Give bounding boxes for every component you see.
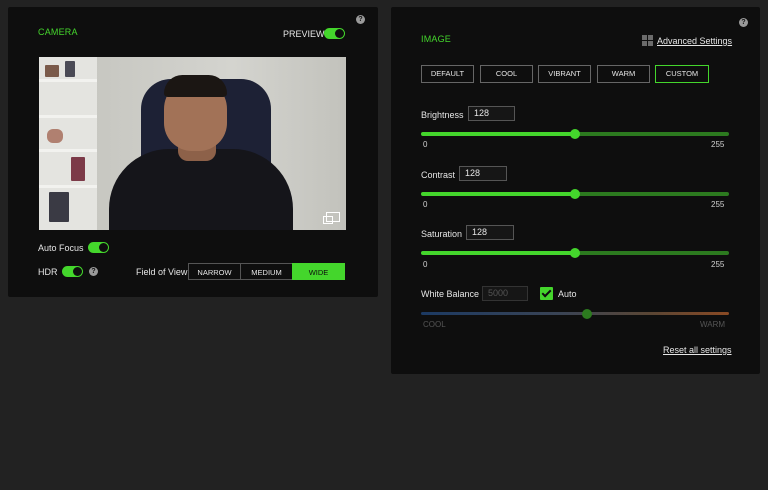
preset-vibrant-button[interactable]: VIBRANT (538, 65, 591, 83)
advanced-settings-link[interactable]: Advanced Settings (657, 36, 732, 46)
picture-in-picture-icon[interactable] (323, 212, 340, 224)
brightness-slider[interactable] (421, 129, 729, 139)
white-balance-label: White Balance (421, 289, 480, 299)
contrast-input[interactable]: 128 (459, 166, 507, 181)
white-balance-warm-label: WARM (700, 320, 726, 329)
image-panel: ? IMAGE Advanced Settings DEFAULT COOL V… (391, 7, 760, 374)
preview-toggle[interactable] (324, 28, 345, 39)
preset-default-button[interactable]: DEFAULT (421, 65, 474, 83)
camera-help-icon[interactable]: ? (356, 15, 365, 24)
brightness-input[interactable]: 128 (468, 106, 515, 121)
white-balance-slider-knob[interactable] (582, 309, 593, 319)
white-balance-auto-checkbox[interactable] (540, 287, 553, 300)
image-help-icon[interactable]: ? (739, 18, 748, 27)
brightness-min: 0 (423, 140, 428, 149)
reset-all-settings-link[interactable]: Reset all settings (663, 345, 732, 355)
auto-focus-label: Auto Focus (38, 243, 84, 253)
white-balance-auto-label: Auto (558, 289, 577, 299)
fov-narrow-button[interactable]: NARROW (188, 263, 241, 280)
contrast-min: 0 (423, 200, 428, 209)
feed-shelf (39, 57, 97, 230)
hdr-label: HDR (38, 267, 58, 277)
preview-label: PREVIEW (283, 29, 325, 39)
preset-cool-button[interactable]: COOL (480, 65, 533, 83)
white-balance-cool-label: COOL (423, 320, 446, 329)
saturation-input[interactable]: 128 (466, 225, 514, 240)
camera-panel: ? CAMERA PREVIEW Auto Focus HDR ? Field … (8, 7, 378, 297)
brightness-label: Brightness (421, 110, 464, 120)
white-balance-slider[interactable] (421, 309, 729, 319)
hdr-help-icon[interactable]: ? (89, 267, 98, 276)
saturation-label: Saturation (421, 229, 463, 239)
camera-preview-feed (39, 57, 346, 230)
auto-focus-toggle[interactable] (88, 242, 109, 253)
brightness-max: 255 (711, 140, 725, 149)
windows-icon (642, 35, 653, 46)
saturation-slider[interactable] (421, 248, 729, 258)
contrast-slider[interactable] (421, 189, 729, 199)
contrast-slider-knob[interactable] (570, 189, 580, 199)
camera-title: CAMERA (38, 27, 78, 37)
brightness-slider-knob[interactable] (570, 129, 580, 139)
saturation-slider-knob[interactable] (570, 248, 580, 258)
contrast-max: 255 (711, 200, 725, 209)
image-title: IMAGE (421, 34, 452, 44)
field-of-view-label: Field of View (136, 267, 188, 277)
field-of-view-selector: NARROW MEDIUM WIDE (188, 263, 345, 280)
feed-person-body (109, 149, 293, 230)
hdr-toggle[interactable] (62, 266, 83, 277)
preset-warm-button[interactable]: WARM (597, 65, 650, 83)
white-balance-input[interactable]: 5000 (482, 286, 528, 301)
contrast-label: Contrast (421, 170, 456, 180)
fov-wide-button[interactable]: WIDE (292, 263, 345, 280)
preset-custom-button[interactable]: CUSTOM (655, 65, 709, 83)
fov-medium-button[interactable]: MEDIUM (240, 263, 293, 280)
saturation-max: 255 (711, 260, 725, 269)
saturation-min: 0 (423, 260, 428, 269)
